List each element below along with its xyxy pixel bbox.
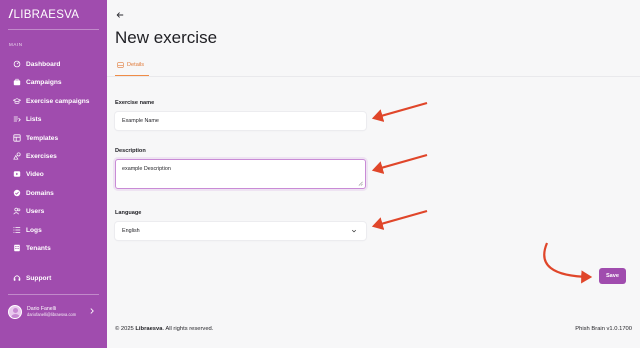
sidebar-item-exercises[interactable]: Exercises [12, 150, 57, 162]
logs-icon [12, 226, 21, 235]
annotation-arrow-save [543, 242, 593, 284]
graduation-cap-icon [12, 97, 21, 106]
chevron-down-icon [351, 229, 357, 233]
page-title: New exercise [115, 28, 218, 47]
annotation-arrow-description [371, 153, 428, 174]
video-icon [12, 170, 21, 179]
exercise-name-label: Exercise name [115, 100, 155, 106]
user-email: dariofanelli@libraesva.com [27, 311, 77, 317]
sidebar-item-dashboard[interactable]: Dashboard [12, 58, 60, 70]
tenants-icon [12, 244, 21, 253]
avatar [8, 305, 22, 319]
sidebar-divider [8, 29, 99, 30]
description-label: Description [115, 148, 146, 154]
save-button[interactable]: Save [599, 268, 626, 284]
tab-details-label: Details [127, 62, 145, 68]
sidebar-item-domains[interactable]: Domains [12, 187, 54, 199]
sidebar-item-users[interactable]: Users [12, 205, 44, 217]
exercise-name-input[interactable]: Example Name [115, 112, 366, 130]
back-arrow-icon[interactable] [116, 11, 124, 19]
sidebar-item-exercise-campaigns[interactable]: Exercise campaigns [12, 95, 89, 107]
sidebar-item-support[interactable]: Support [12, 272, 51, 284]
description-textarea[interactable]: example Description [115, 159, 366, 189]
sidebar-item-templates[interactable]: Templates [12, 132, 58, 144]
briefcase-icon [12, 78, 21, 87]
list-icon [12, 115, 21, 124]
headphones-icon [12, 274, 21, 283]
chevron-right-icon [90, 308, 94, 314]
dashboard-icon [12, 60, 21, 69]
footer-copyright: © 2025 Libraesva. All rights reserved. [115, 326, 214, 332]
check-badge-icon [12, 189, 21, 198]
brand-logo[interactable]: /LIBRAESVA [9, 9, 79, 21]
footer-version: Phish Brain v1.0.1700 [575, 326, 632, 332]
annotation-arrow-language [371, 209, 428, 230]
resize-handle-icon[interactable] [358, 181, 363, 186]
sidebar-item-logs[interactable]: Logs [12, 224, 42, 236]
sidebar-item-video[interactable]: Video [12, 168, 44, 180]
template-icon [12, 134, 21, 143]
sidebar: /LIBRAESVA MAIN Dashboard Campaigns Exer… [0, 0, 107, 348]
shapes-icon [12, 152, 21, 161]
sidebar-section-label: MAIN [9, 42, 23, 47]
user-menu[interactable]: Dario Fanelli dariofanelli@libraesva.com [8, 301, 100, 323]
sidebar-item-campaigns[interactable]: Campaigns [12, 76, 62, 88]
annotation-arrow-name [371, 101, 428, 122]
sidebar-item-lists[interactable]: Lists [12, 113, 41, 125]
document-icon [117, 62, 124, 68]
sidebar-item-tenants[interactable]: Tenants [12, 242, 51, 254]
users-icon [12, 207, 21, 216]
language-label: Language [115, 210, 142, 216]
language-select[interactable]: English [115, 222, 366, 240]
sidebar-divider [8, 294, 99, 295]
tab-divider [107, 76, 640, 77]
